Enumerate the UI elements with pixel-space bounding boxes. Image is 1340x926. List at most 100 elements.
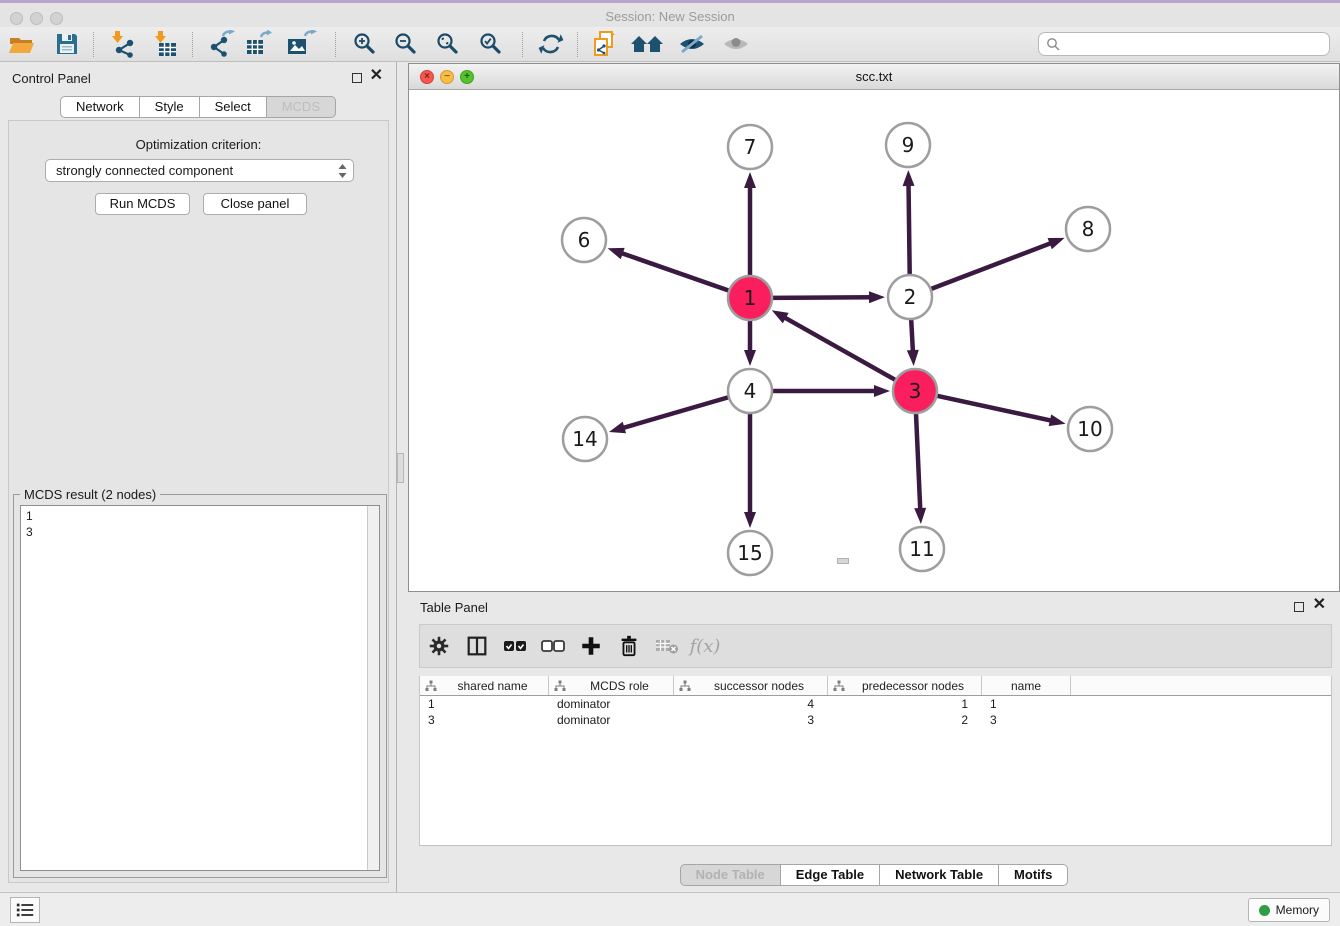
task-history-button[interactable] — [10, 897, 40, 923]
show-columns-button[interactable] — [458, 634, 496, 658]
edge-2-3[interactable] — [911, 319, 913, 354]
memory-status-dot — [1259, 905, 1270, 916]
table-tabs: Node TableEdge TableNetwork TableMotifs — [408, 864, 1340, 886]
node-label-4: 4 — [744, 379, 757, 403]
zoom-out-button[interactable] — [390, 29, 422, 59]
cell-successor-nodes[interactable]: 3 — [674, 712, 828, 728]
export-image-button[interactable] — [283, 29, 319, 59]
node-label-9: 9 — [902, 133, 915, 157]
network-view-window: × − + scc.txt 7968124314101511 — [408, 63, 1340, 592]
home-icon — [629, 32, 665, 56]
network-canvas[interactable]: 7968124314101511 — [409, 90, 1339, 591]
float-table-panel-icon[interactable] — [1294, 602, 1304, 612]
edge-1-6[interactable] — [619, 252, 729, 291]
cell-successor-nodes[interactable]: 4 — [674, 696, 828, 712]
column-header-name[interactable]: name — [982, 676, 1071, 695]
cell-name[interactable]: 1 — [982, 696, 1071, 712]
network-window-titlebar[interactable]: × − + scc.txt — [409, 64, 1339, 90]
cell-predecessor-nodes[interactable]: 1 — [828, 696, 982, 712]
import-network-button[interactable] — [106, 29, 138, 59]
import-table-button[interactable] — [149, 29, 181, 59]
splitter-handle[interactable] — [397, 453, 404, 483]
cell-shared-name[interactable]: 1 — [420, 696, 549, 712]
tab-mcds[interactable]: MCDS — [267, 96, 336, 118]
export-network-button[interactable] — [205, 29, 237, 59]
new-network-from-selection-button[interactable] — [589, 29, 621, 59]
edge-3-11[interactable] — [916, 413, 920, 512]
zoom-in-button[interactable] — [349, 29, 381, 59]
arrowhead-3-11 — [914, 508, 926, 524]
memory-button[interactable]: Memory — [1248, 898, 1330, 922]
table-row-0[interactable]: 1dominator411 — [420, 696, 1331, 712]
column-header-successor-nodes[interactable]: successor nodes — [674, 676, 828, 695]
tab-style[interactable]: Style — [140, 96, 200, 118]
tab-select[interactable]: Select — [200, 96, 267, 118]
column-header-predecessor-nodes[interactable]: predecessor nodes — [828, 676, 982, 695]
search-box[interactable] — [1038, 32, 1330, 56]
node-label-7: 7 — [744, 135, 757, 159]
table-tab-node-table[interactable]: Node Table — [680, 864, 781, 886]
import-network-icon — [108, 30, 136, 58]
save-icon — [54, 31, 80, 57]
edge-2-8[interactable] — [931, 242, 1054, 289]
deselect-all-rows-button[interactable] — [534, 634, 572, 658]
node-label-2: 2 — [904, 285, 917, 309]
export-table-button[interactable] — [242, 29, 274, 59]
edge-3-10[interactable] — [936, 396, 1053, 421]
app-titlebar: Session: New Session — [0, 0, 1340, 27]
node-label-6: 6 — [578, 228, 591, 252]
node-label-3: 3 — [909, 379, 922, 403]
add-icon — [579, 634, 603, 658]
arrowhead-2-3 — [907, 350, 919, 366]
create-column-button[interactable] — [572, 634, 610, 658]
delete-column-button[interactable] — [610, 634, 648, 658]
column-header-mcds-role[interactable]: MCDS role — [549, 676, 674, 695]
edge-4-14[interactable] — [621, 397, 729, 429]
edge-1-2[interactable] — [772, 297, 873, 298]
zoom-fit-button[interactable] — [432, 29, 464, 59]
cell-mcds-role[interactable]: dominator — [549, 712, 674, 728]
column-type-icon — [833, 680, 845, 692]
refresh-button[interactable] — [535, 29, 567, 59]
zoom-selected-button[interactable] — [475, 29, 507, 59]
save-session-button[interactable] — [51, 29, 83, 59]
cell-mcds-role[interactable]: dominator — [549, 696, 674, 712]
delete-table-button[interactable] — [648, 635, 686, 657]
hide-selected-button[interactable] — [676, 29, 708, 59]
memory-label: Memory — [1276, 903, 1319, 917]
list-icon — [15, 901, 35, 919]
toolbar-separator — [192, 32, 193, 57]
search-input[interactable] — [1061, 37, 1311, 52]
table-settings-button[interactable] — [420, 634, 458, 658]
edge-2-9[interactable] — [908, 182, 909, 275]
home-button[interactable] — [628, 29, 666, 59]
result-scrollbar[interactable] — [367, 506, 379, 870]
mcds-result-area[interactable]: 13 — [20, 505, 380, 871]
select-all-rows-button[interactable] — [496, 634, 534, 658]
edge-3-1[interactable] — [782, 316, 896, 380]
open-session-button[interactable] — [6, 29, 38, 59]
table-tab-edge-table[interactable]: Edge Table — [781, 864, 880, 886]
table-row-1[interactable]: 3dominator323 — [420, 712, 1331, 728]
column-header-shared-name[interactable]: shared name — [420, 676, 549, 695]
table-tab-motifs[interactable]: Motifs — [999, 864, 1068, 886]
float-panel-icon[interactable] — [352, 73, 362, 83]
function-builder-button[interactable]: f(x) — [686, 636, 724, 657]
table-tab-network-table[interactable]: Network Table — [880, 864, 999, 886]
canvas-scrollbar-thumb[interactable] — [837, 558, 849, 564]
run-mcds-button[interactable]: Run MCDS — [95, 193, 190, 215]
node-table[interactable]: shared nameMCDS rolesuccessor nodesprede… — [419, 676, 1332, 846]
cell-name[interactable]: 3 — [982, 712, 1071, 728]
cell-shared-name[interactable]: 3 — [420, 712, 549, 728]
node-label-15: 15 — [737, 541, 762, 565]
mcds-panel: Optimization criterion: strongly connect… — [8, 120, 389, 883]
show-all-button[interactable] — [720, 29, 752, 59]
close-panel-button[interactable]: Close panel — [203, 193, 307, 215]
mcds-result-title: MCDS result (2 nodes) — [20, 487, 160, 502]
close-table-panel-icon[interactable]: ✕ — [1313, 600, 1326, 610]
cell-predecessor-nodes[interactable]: 2 — [828, 712, 982, 728]
criterion-dropdown[interactable]: strongly connected component — [45, 159, 354, 182]
close-panel-icon[interactable]: ✕ — [370, 71, 383, 81]
delete-table-icon — [654, 635, 680, 657]
tab-network[interactable]: Network — [60, 96, 140, 118]
